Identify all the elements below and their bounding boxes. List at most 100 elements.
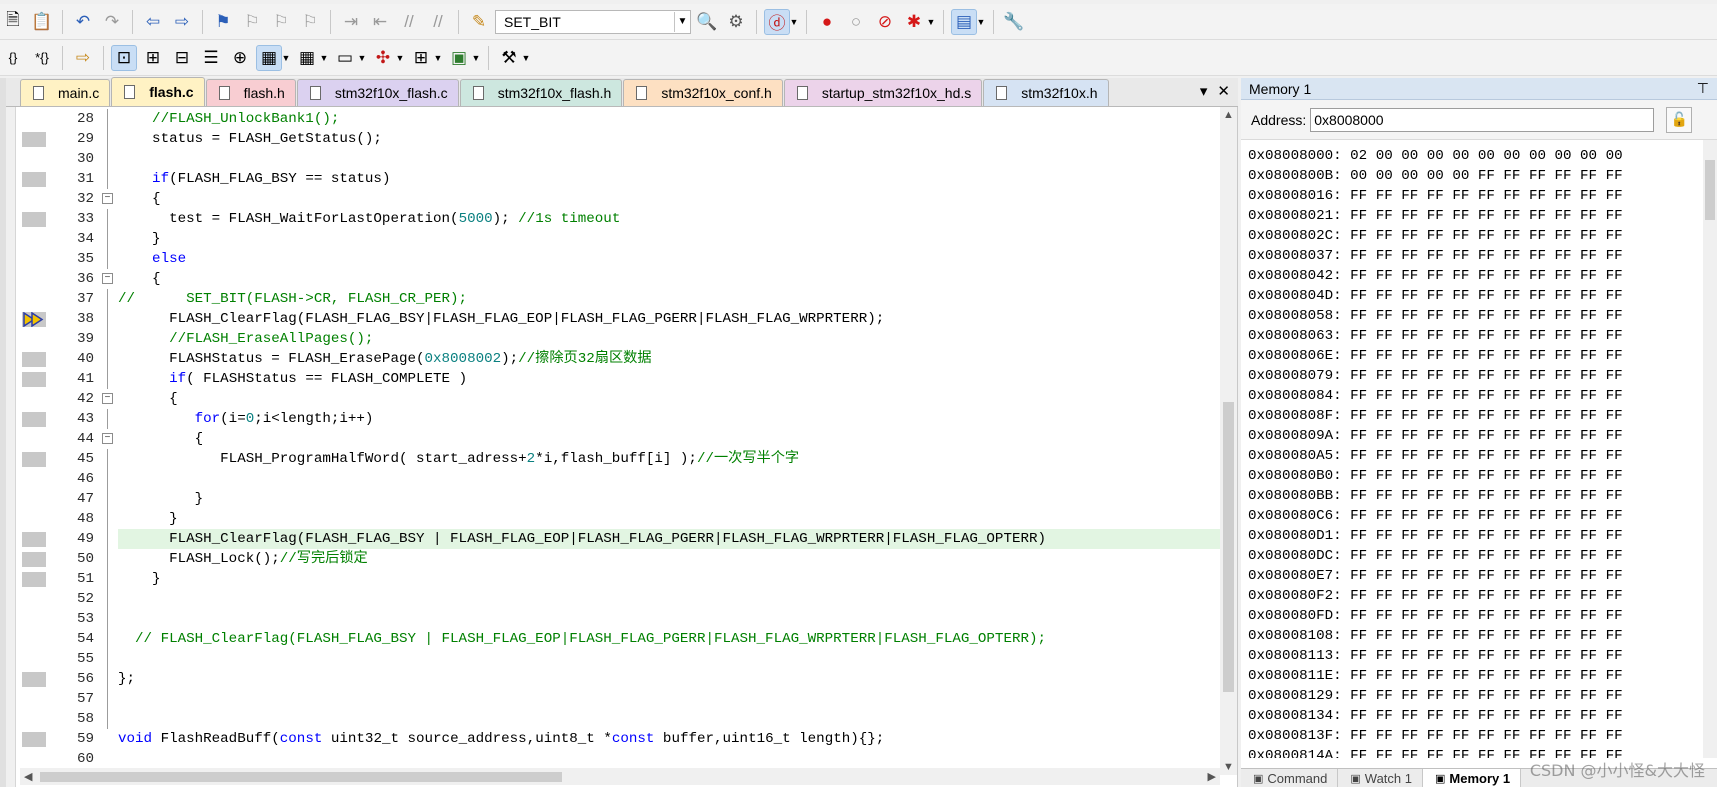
scrollbar-thumb[interactable]	[1705, 160, 1715, 220]
code-text: FLASH_ClearFlag(FLASH_FLAG_BSY | FLASH_F…	[118, 529, 1226, 549]
file-tab[interactable]: main.c	[20, 79, 111, 106]
comment-icon[interactable]: //	[396, 9, 422, 35]
incremental-find-icon[interactable]: 🔍	[694, 9, 720, 35]
file-tab[interactable]: stm32f10x.h	[983, 79, 1109, 106]
file-tab[interactable]: startup_stm32f10x_hd.s	[783, 79, 983, 106]
address-input[interactable]: 0x8008000	[1310, 107, 1655, 132]
line-number: 33	[76, 211, 94, 227]
trace-window-icon[interactable]: ⊞	[408, 45, 434, 71]
configure-icon[interactable]: ⚙	[723, 9, 749, 35]
scrollbar-thumb[interactable]	[1223, 402, 1234, 692]
fold-guide	[107, 509, 108, 529]
chevron-down-icon[interactable]: ▼	[433, 53, 443, 63]
editor-horizontal-scrollbar[interactable]: ◀ ▶	[20, 768, 1220, 785]
navigate-back-icon[interactable]: ⇦	[140, 9, 166, 35]
chevron-down-icon[interactable]: ▼	[674, 11, 690, 32]
executable-line-marker[interactable]	[22, 212, 46, 227]
executable-line-marker[interactable]	[22, 372, 46, 387]
file-tab[interactable]: stm32f10x_flash.c	[296, 79, 459, 106]
run-to-cursor-icon[interactable]: *{}	[29, 45, 55, 71]
breakpoint-icon[interactable]: ●	[814, 9, 840, 35]
debug-tab[interactable]: ▣ Watch 1	[1338, 769, 1423, 787]
debug-tab[interactable]: ▣ Command	[1241, 769, 1339, 787]
prev-bookmark-icon[interactable]: ⚐	[239, 9, 265, 35]
uncomment-icon[interactable]: //	[425, 9, 451, 35]
redo-icon[interactable]: ↷	[99, 9, 125, 35]
analysis-window-icon[interactable]: ✣	[370, 45, 396, 71]
step-out-icon[interactable]: {}	[0, 45, 26, 71]
registers-window-icon[interactable]: ☰	[198, 45, 224, 71]
chevron-down-icon[interactable]: ▼	[395, 53, 405, 63]
bookmark-icon[interactable]: ⚑	[210, 9, 236, 35]
system-viewer-icon[interactable]: ▣	[446, 45, 472, 71]
show-next-statement-icon[interactable]: ⇨	[70, 45, 96, 71]
executable-line-marker[interactable]	[22, 572, 46, 587]
save-all-icon[interactable]: 🗎	[0, 9, 26, 35]
scroll-up-icon[interactable]: ▲	[1223, 109, 1234, 121]
navigate-forward-icon[interactable]: ⇨	[169, 9, 195, 35]
call-stack-icon[interactable]: ⊕	[227, 45, 253, 71]
code-area[interactable]: 28 //FLASH_UnlockBank1(); 29 status = FLA…	[20, 109, 1226, 767]
indent-icon[interactable]: ⇥	[338, 9, 364, 35]
toolbox-icon[interactable]: ⚒	[496, 45, 522, 71]
watch-window-icon[interactable]: ▦	[256, 44, 282, 71]
executable-line-marker[interactable]	[22, 412, 46, 427]
chevron-down-icon[interactable]: ▼	[471, 53, 481, 63]
wrench-icon[interactable]: 🔧	[1001, 9, 1027, 35]
chevron-down-icon[interactable]: ▼	[789, 17, 799, 27]
file-tab[interactable]: stm32f10x_conf.h	[623, 79, 783, 106]
pin-icon[interactable]: ⊤	[1697, 80, 1709, 97]
fold-toggle-icon[interactable]: −	[102, 273, 113, 284]
chevron-down-icon[interactable]: ▼	[281, 53, 291, 63]
executable-line-marker[interactable]	[22, 732, 46, 747]
file-tab[interactable]: stm32f10x_flash.h	[459, 79, 623, 106]
fold-toggle-icon[interactable]: −	[102, 393, 113, 404]
next-bookmark-icon[interactable]: ⚐	[268, 9, 294, 35]
unindent-icon[interactable]: ⇤	[367, 9, 393, 35]
kill-breakpoints-icon[interactable]: ⊘	[872, 9, 898, 35]
memory-vertical-scrollbar[interactable]	[1703, 140, 1717, 758]
symbols-window-icon[interactable]: ⊟	[169, 45, 195, 71]
kill-all-breakpoints-icon[interactable]: ✱	[901, 9, 927, 35]
paste-icon[interactable]: 📋	[29, 9, 55, 35]
lock-icon[interactable]: 🔓	[1666, 106, 1693, 133]
chevron-down-icon[interactable]: ▼	[521, 53, 531, 63]
scrollbar-thumb[interactable]	[40, 772, 562, 782]
close-icon[interactable]: ✕	[1217, 82, 1230, 100]
scroll-left-icon[interactable]: ◀	[24, 770, 32, 783]
serial-window-icon[interactable]: ▭	[332, 45, 358, 71]
window-layout-icon[interactable]: ▤	[951, 8, 977, 35]
chevron-down-icon[interactable]: ▼	[319, 53, 329, 63]
disassembly-window-icon[interactable]: ⊞	[140, 45, 166, 71]
disable-breakpoint-icon[interactable]: ○	[843, 9, 869, 35]
find-combo[interactable]: SET_BIT ▼	[495, 9, 691, 34]
chevron-down-icon[interactable]: ▼	[357, 53, 367, 63]
memory-window-icon[interactable]: ▦	[294, 45, 320, 71]
file-tab[interactable]: flash.c	[111, 77, 205, 106]
executable-line-marker[interactable]	[22, 532, 46, 547]
find-in-files-icon[interactable]: ✎	[466, 9, 492, 35]
file-tab[interactable]: flash.h	[205, 79, 296, 106]
executable-line-marker[interactable]	[22, 352, 46, 367]
editor-vertical-scrollbar[interactable]: ▲ ▼	[1220, 107, 1237, 775]
executable-line-marker[interactable]	[22, 672, 46, 687]
executable-line-marker[interactable]	[22, 552, 46, 567]
command-window-icon[interactable]: ⊡	[111, 44, 137, 71]
debug-session-icon[interactable]: ⓓ	[764, 8, 790, 35]
fold-toggle-icon[interactable]: −	[102, 433, 113, 444]
chevron-down-icon[interactable]: ▼	[976, 17, 986, 27]
clear-bookmarks-icon[interactable]: ⚐	[297, 9, 323, 35]
tab-list-icon[interactable]: ▾	[1200, 82, 1208, 100]
file-tab-label: stm32f10x_flash.h	[497, 85, 612, 101]
scroll-right-icon[interactable]: ▶	[1208, 770, 1216, 783]
executable-line-marker[interactable]	[22, 452, 46, 467]
scroll-down-icon[interactable]: ▼	[1223, 761, 1234, 773]
undo-icon[interactable]: ↶	[70, 9, 96, 35]
debug-tab[interactable]: ▣ Memory 1	[1422, 769, 1522, 787]
fold-toggle-icon[interactable]: −	[102, 193, 113, 204]
chevron-down-icon[interactable]: ▼	[926, 17, 936, 27]
executable-line-marker[interactable]	[22, 132, 46, 147]
memory-dump[interactable]: 0x08008000: 02 00 00 00 00 00 00 00 00 0…	[1248, 146, 1698, 758]
executable-line-marker[interactable]	[22, 172, 46, 187]
code-text: {	[118, 269, 161, 289]
